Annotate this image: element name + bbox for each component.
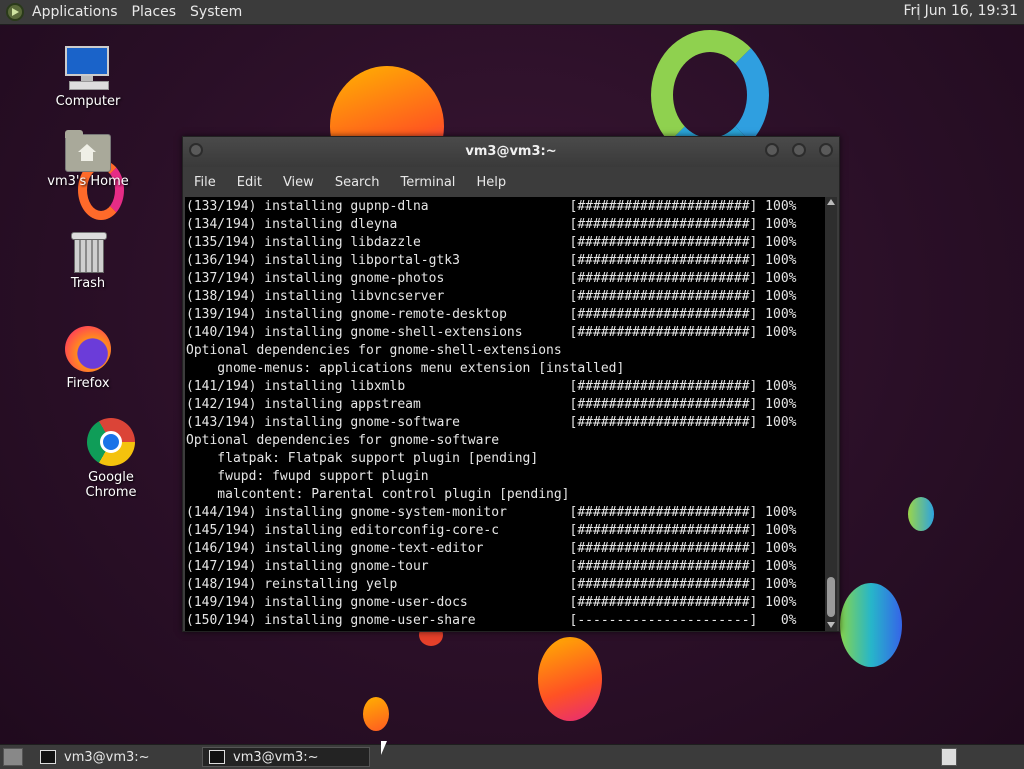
terminal-line: (134/194) installing dleyna [###########… [186,217,797,232]
desktop-icon-label: Firefox [66,376,110,391]
computer-icon [63,46,113,90]
wallpaper-blob-orange-tiny [363,697,389,731]
taskbar-item-label: vm3@vm3:~ [64,749,150,765]
wallpaper-blob-orange-bottom [538,637,602,721]
terminal-icon [209,750,225,764]
terminal-line: (144/194) installing gnome-system-monito… [186,505,797,520]
menu-applications[interactable]: Applications [32,4,118,20]
scroll-thumb[interactable] [827,577,835,617]
terminal-line: (143/194) installing gnome-software [###… [186,415,797,430]
scrollbar[interactable] [825,197,837,631]
terminal-line: (149/194) installing gnome-user-docs [##… [186,595,797,610]
terminal-line: (135/194) installing libdazzle [########… [186,235,797,250]
close-button[interactable] [819,143,833,157]
chrome-icon [87,418,135,466]
desktop-icon-home[interactable]: vm3's Home [38,130,138,189]
title-bar[interactable]: vm3@vm3:~ [183,137,839,167]
desktop-icon-computer[interactable]: Computer [38,46,138,109]
desktop-icon-chrome[interactable]: Google Chrome [61,418,161,500]
terminal-line: (148/194) reinstalling yelp [###########… [186,577,797,592]
wallpaper-blob-green-small [908,497,934,531]
terminal-line: (141/194) installing libxmlb [##########… [186,379,797,394]
menu-help[interactable]: Help [476,175,506,190]
terminal-line: (140/194) installing gnome-shell-extensi… [186,325,797,340]
desktop-icon-trash[interactable]: Trash [38,230,138,291]
firefox-icon [65,326,111,372]
terminal-text: (133/194) installing gupnp-dlna [#######… [185,197,825,630]
menu-bar: File Edit View Search Terminal Help [183,169,839,195]
home-folder-icon [65,130,111,172]
terminal-line: (150/194) installing gnome-user-share [-… [186,613,797,628]
window-title: vm3@vm3:~ [465,144,557,159]
top-panel: Applications Places System Fri Jun 16, 1… [0,0,1024,25]
menu-file[interactable]: File [194,175,216,190]
bottom-panel: vm3@vm3:~ vm3@vm3:~ [0,744,1024,769]
menu-search[interactable]: Search [335,175,380,190]
terminal-line: (136/194) installing libportal-gtk3 [###… [186,253,797,268]
terminal-line: flatpak: Flatpak support plugin [pending… [186,451,539,466]
menu-view[interactable]: View [283,175,314,190]
menu-places[interactable]: Places [132,4,177,20]
terminal-line: (147/194) installing gnome-tour [#######… [186,559,797,574]
minimize-button[interactable] [765,143,779,157]
scroll-down-icon[interactable] [827,622,835,628]
clock[interactable]: Fri Jun 16, 19:31 [903,3,1018,19]
terminal-line: gnome-menus: applications menu extension… [186,361,625,376]
workspace-switcher[interactable] [941,748,957,766]
terminal-line: fwupd: fwupd support plugin [186,469,429,484]
desktop-icon-label: Trash [70,276,106,291]
taskbar-item-label: vm3@vm3:~ [233,749,319,765]
terminal-icon [40,750,56,764]
wallpaper-blob-blue [840,583,902,667]
terminal-line: (133/194) installing gupnp-dlna [#######… [186,199,797,214]
scroll-up-icon[interactable] [827,199,835,205]
taskbar-item-terminal-1[interactable]: vm3@vm3:~ [34,747,198,767]
trash-icon [70,230,107,273]
terminal-line: (142/194) installing appstream [########… [186,397,797,412]
show-desktop-icon[interactable] [3,748,23,766]
terminal-window[interactable]: vm3@vm3:~ File Edit View Search Terminal… [182,136,840,632]
menu-edit[interactable]: Edit [237,175,262,190]
desktop-icon-label: Google Chrome [85,470,137,500]
terminal-line: (146/194) installing gnome-text-editor [… [186,541,797,556]
maximize-button[interactable] [792,143,806,157]
terminal-line: (137/194) installing gnome-photos [#####… [186,271,797,286]
terminal-line: (138/194) installing libvncserver [#####… [186,289,797,304]
terminal-line: Optional dependencies for gnome-shell-ex… [186,343,562,358]
terminal-line: (145/194) installing editorconfig-core-c… [186,523,797,538]
terminal-output[interactable]: (133/194) installing gupnp-dlna [#######… [185,197,825,631]
desktop-icon-label: vm3's Home [47,174,129,189]
taskbar-item-terminal-2[interactable]: vm3@vm3:~ [202,747,370,767]
terminal-line: Optional dependencies for gnome-software [186,433,500,448]
desktop-icon-firefox[interactable]: Firefox [38,326,138,391]
distro-logo-icon[interactable] [6,3,24,21]
terminal-line: (139/194) installing gnome-remote-deskto… [186,307,797,322]
mouse-cursor-icon [381,741,387,755]
menu-system[interactable]: System [190,4,242,20]
menu-terminal[interactable]: Terminal [400,175,455,190]
desktop-icon-label: Computer [55,94,121,109]
terminal-line: malcontent: Parental control plugin [pen… [186,487,570,502]
